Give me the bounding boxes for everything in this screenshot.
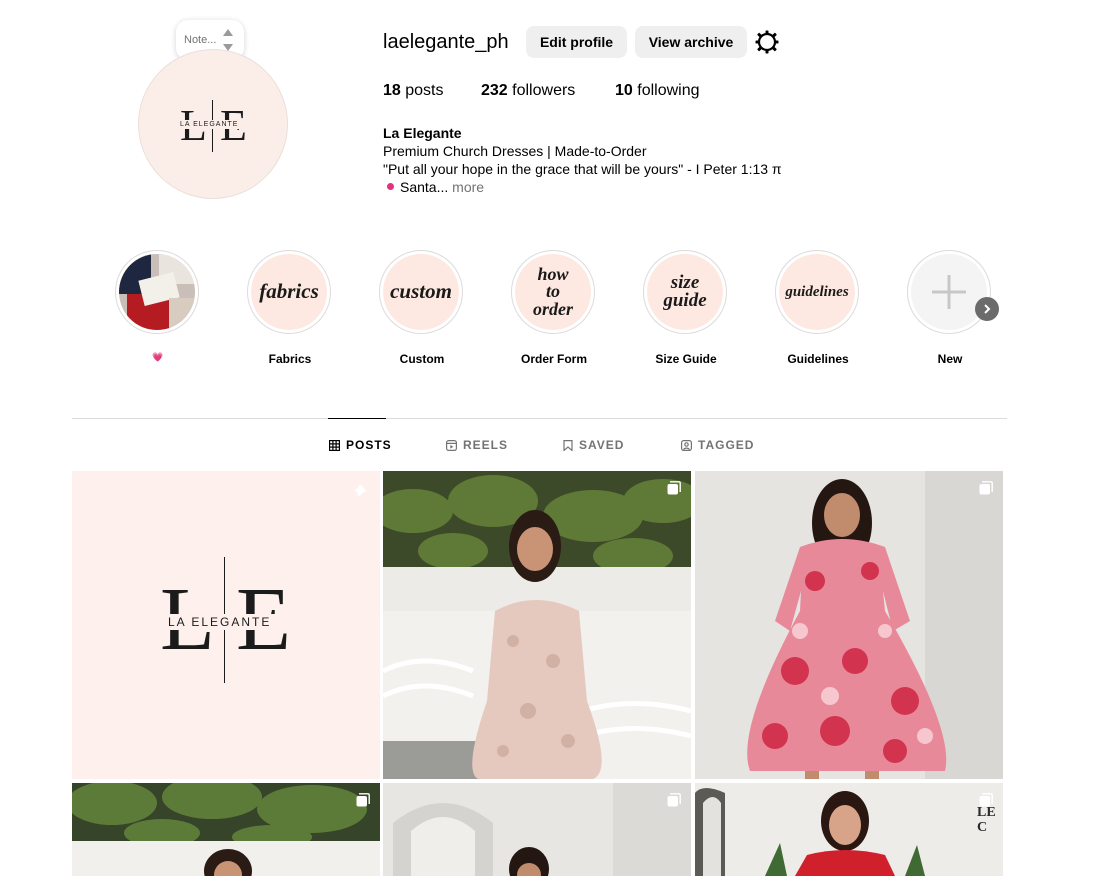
- highlight-order-form[interactable]: how to order Order Form: [511, 250, 597, 366]
- highlight-cover-text: custom: [383, 254, 459, 330]
- reels-icon: [446, 439, 457, 451]
- bookmark-icon: [563, 439, 573, 451]
- post-tile-leaves[interactable]: [72, 783, 380, 876]
- following-link[interactable]: 10 following: [615, 82, 700, 100]
- profile-avatar[interactable]: L E LA ELEGANTE: [138, 49, 288, 199]
- username: laelegante_ph: [383, 31, 509, 53]
- tab-label: SAVED: [579, 438, 625, 452]
- post-tile-red-dress[interactable]: LE C: [695, 783, 1003, 876]
- highlight-label: Custom: [399, 352, 445, 366]
- grid-icon: [329, 439, 340, 451]
- highlight-guidelines[interactable]: guidelines Guidelines: [775, 250, 861, 366]
- pin-icon: [354, 484, 367, 497]
- bio-line-verse: "Put all your hope in the grace that wil…: [383, 161, 782, 177]
- wall-sign-text: LE C: [977, 805, 996, 835]
- plus-icon: [911, 254, 987, 330]
- brand-logo: L E LA ELEGANTE: [177, 100, 251, 152]
- post-photo: [695, 783, 1003, 876]
- highlight-heart[interactable]: 💗: [115, 250, 201, 363]
- tab-label: POSTS: [346, 438, 392, 452]
- post-photo: [383, 471, 691, 779]
- highlight-label: 💗: [152, 352, 164, 362]
- profile-bio: La Elegante Premium Church Dresses | Mad…: [383, 124, 782, 196]
- highlight-fabrics[interactable]: fabrics Fabrics: [247, 250, 333, 366]
- tab-tagged[interactable]: TAGGED: [681, 438, 754, 452]
- carousel-icon: [979, 481, 993, 495]
- carousel-icon: [667, 793, 681, 807]
- bio-line-location: Santa... more: [383, 178, 782, 196]
- view-archive-button[interactable]: View archive: [635, 26, 747, 58]
- highlight-label: Guidelines: [787, 352, 849, 366]
- followers-link[interactable]: 232 followers: [481, 82, 575, 100]
- tab-label: TAGGED: [698, 438, 755, 452]
- chevron-right-icon[interactable]: [975, 297, 999, 321]
- post-tile-brocade-dress[interactable]: [383, 471, 691, 779]
- highlight-label: Size Guide: [655, 352, 717, 366]
- highlight-cover-text: how to order: [515, 254, 591, 330]
- carousel-icon: [667, 481, 681, 495]
- highlight-cover-text: size guide: [647, 254, 723, 330]
- note-placeholder: Note...: [184, 34, 217, 46]
- bio-line-tagline: Premium Church Dresses | Made-to-Order: [383, 143, 647, 159]
- edit-profile-button[interactable]: Edit profile: [526, 26, 627, 58]
- tab-reels[interactable]: REELS: [446, 438, 508, 452]
- highlight-photo-cover: [119, 254, 195, 330]
- highlight-custom[interactable]: custom Custom: [379, 250, 465, 366]
- gear-icon[interactable]: [754, 29, 780, 55]
- brand-logo: L E LA ELEGANTE: [158, 557, 298, 683]
- carousel-icon: [979, 793, 993, 807]
- post-tile-white-arch[interactable]: [383, 783, 691, 876]
- bio-name: La Elegante: [383, 125, 462, 141]
- highlight-label: New: [937, 352, 963, 366]
- highlight-cover-text: guidelines: [779, 254, 855, 330]
- post-photo: [695, 471, 1003, 779]
- posts-count: 18 posts: [383, 82, 444, 99]
- post-tile-logo[interactable]: L E LA ELEGANTE: [72, 471, 380, 779]
- tab-posts[interactable]: POSTS: [329, 438, 392, 452]
- tag-icon: [681, 439, 692, 451]
- note-stepper-icon[interactable]: [222, 29, 234, 51]
- bio-more-link[interactable]: more: [452, 179, 484, 195]
- post-photo: [383, 783, 691, 876]
- location-pin-icon: [387, 183, 394, 190]
- tab-label: REELS: [463, 438, 509, 452]
- highlight-size-guide[interactable]: size guide Size Guide: [643, 250, 729, 366]
- highlight-label: Order Form: [520, 352, 587, 366]
- post-tile-floral-dress[interactable]: [695, 471, 1003, 779]
- carousel-icon: [356, 793, 370, 807]
- active-tab-indicator: [328, 418, 386, 419]
- tab-saved[interactable]: SAVED: [563, 438, 624, 452]
- tabs-divider: [72, 418, 1007, 419]
- highlight-cover-text: fabrics: [251, 254, 327, 330]
- highlight-label: Fabrics: [268, 352, 312, 366]
- post-photo: [72, 783, 380, 876]
